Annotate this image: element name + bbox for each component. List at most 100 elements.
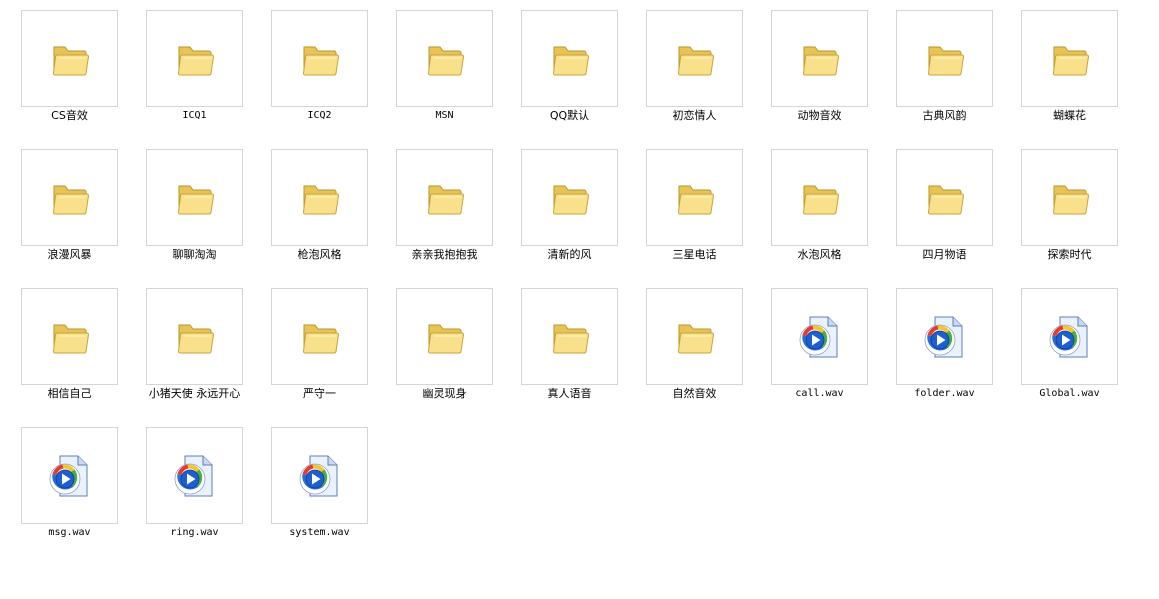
thumbnail-frame[interactable] <box>521 288 618 385</box>
thumbnail-frame[interactable] <box>646 149 743 246</box>
folder-item[interactable]: 水泡风格 <box>751 140 876 275</box>
file-name-label[interactable]: 亲亲我抱抱我 <box>376 248 513 262</box>
thumbnail-frame[interactable] <box>1021 149 1118 246</box>
thumbnail-frame[interactable] <box>21 427 118 524</box>
thumbnail-frame[interactable] <box>271 288 368 385</box>
folder-item[interactable]: 清新的风 <box>501 140 626 275</box>
wav-file-item[interactable]: call.wav <box>751 279 876 414</box>
file-name-label[interactable]: MSN <box>376 109 513 123</box>
folder-item[interactable]: ICQ2 <box>251 1 376 136</box>
file-name-label[interactable]: msg.wav <box>1 526 138 540</box>
folder-item[interactable]: 古典风韵 <box>876 1 1001 136</box>
file-name-label[interactable]: 浪漫风暴 <box>1 248 138 262</box>
folder-item[interactable]: 严守一 <box>251 279 376 414</box>
file-name-label[interactable]: ring.wav <box>126 526 263 540</box>
file-name-label[interactable]: folder.wav <box>876 387 1013 401</box>
thumbnail-frame[interactable] <box>771 10 868 107</box>
thumbnail-frame[interactable] <box>646 288 743 385</box>
file-name-label[interactable]: call.wav <box>751 387 888 401</box>
thumbnail-frame[interactable] <box>771 288 868 385</box>
thumbnail-frame[interactable] <box>21 149 118 246</box>
thumbnail-frame[interactable] <box>146 10 243 107</box>
thumbnail-frame[interactable] <box>146 427 243 524</box>
folder-icon <box>675 178 715 218</box>
file-name-label[interactable]: 蝴蝶花 <box>1001 109 1138 123</box>
folder-item[interactable]: 小猪天使 永远开心 <box>126 279 251 414</box>
folder-item[interactable]: 幽灵现身 <box>376 279 501 414</box>
folder-icon <box>175 39 215 79</box>
thumbnail-frame[interactable] <box>396 149 493 246</box>
thumbnail-frame[interactable] <box>896 10 993 107</box>
folder-item[interactable]: CS音效 <box>1 1 126 136</box>
thumbnail-frame[interactable] <box>646 10 743 107</box>
thumbnail-frame[interactable] <box>896 288 993 385</box>
folder-icon <box>675 39 715 79</box>
thumbnail-frame[interactable] <box>521 10 618 107</box>
thumbnail-frame[interactable] <box>396 288 493 385</box>
folder-icon <box>800 39 840 79</box>
folder-item[interactable]: 蝴蝶花 <box>1001 1 1126 136</box>
file-name-label[interactable]: 自然音效 <box>626 387 763 401</box>
folder-item[interactable]: 动物音效 <box>751 1 876 136</box>
thumbnail-frame[interactable] <box>771 149 868 246</box>
wav-file-item[interactable]: system.wav <box>251 418 376 553</box>
folder-item[interactable]: 探索时代 <box>1001 140 1126 275</box>
thumbnail-frame[interactable] <box>1021 288 1118 385</box>
file-name-label[interactable]: 动物音效 <box>751 109 888 123</box>
folder-item[interactable]: 自然音效 <box>626 279 751 414</box>
wav-file-item[interactable]: Global.wav <box>1001 279 1126 414</box>
file-name-label[interactable]: 小猪天使 永远开心 <box>126 387 263 401</box>
wav-file-item[interactable]: msg.wav <box>1 418 126 553</box>
folder-item[interactable]: 亲亲我抱抱我 <box>376 140 501 275</box>
thumbnail-frame[interactable] <box>521 149 618 246</box>
thumbnail-frame[interactable] <box>896 149 993 246</box>
folder-icon <box>175 317 215 357</box>
file-name-label[interactable]: ICQ1 <box>126 109 263 123</box>
folder-icon <box>550 178 590 218</box>
folder-item[interactable]: MSN <box>376 1 501 136</box>
file-name-label[interactable]: 真人语音 <box>501 387 638 401</box>
file-name-label[interactable]: 古典风韵 <box>876 109 1013 123</box>
folder-icon <box>425 178 465 218</box>
folder-item[interactable]: 真人语音 <box>501 279 626 414</box>
file-name-label[interactable]: ICQ2 <box>251 109 388 123</box>
folder-item[interactable]: 相信自己 <box>1 279 126 414</box>
file-name-label[interactable]: 聊聊淘淘 <box>126 248 263 262</box>
wav-file-item[interactable]: ring.wav <box>126 418 251 553</box>
folder-icon <box>300 178 340 218</box>
file-name-label[interactable]: 相信自己 <box>1 387 138 401</box>
folder-icon <box>675 317 715 357</box>
file-name-label[interactable]: 探索时代 <box>1001 248 1138 262</box>
file-name-label[interactable]: 幽灵现身 <box>376 387 513 401</box>
file-name-label[interactable]: 枪泡风格 <box>251 248 388 262</box>
folder-icon <box>425 317 465 357</box>
file-name-label[interactable]: QQ默认 <box>501 109 638 123</box>
folder-item[interactable]: 四月物语 <box>876 140 1001 275</box>
thumbnail-frame[interactable] <box>21 10 118 107</box>
folder-item[interactable]: 聊聊淘淘 <box>126 140 251 275</box>
file-name-label[interactable]: 初恋情人 <box>626 109 763 123</box>
file-name-label[interactable]: 水泡风格 <box>751 248 888 262</box>
thumbnail-frame[interactable] <box>271 149 368 246</box>
file-name-label[interactable]: CS音效 <box>1 109 138 123</box>
thumbnail-frame[interactable] <box>146 149 243 246</box>
thumbnail-frame[interactable] <box>146 288 243 385</box>
file-name-label[interactable]: 严守一 <box>251 387 388 401</box>
folder-item[interactable]: 三星电话 <box>626 140 751 275</box>
file-name-label[interactable]: 四月物语 <box>876 248 1013 262</box>
thumbnail-frame[interactable] <box>271 10 368 107</box>
thumbnail-frame[interactable] <box>1021 10 1118 107</box>
file-name-label[interactable]: Global.wav <box>1001 387 1138 401</box>
file-name-label[interactable]: 清新的风 <box>501 248 638 262</box>
file-name-label[interactable]: system.wav <box>251 526 388 540</box>
thumbnail-frame[interactable] <box>396 10 493 107</box>
thumbnail-frame[interactable] <box>271 427 368 524</box>
folder-item[interactable]: 枪泡风格 <box>251 140 376 275</box>
folder-item[interactable]: ICQ1 <box>126 1 251 136</box>
folder-item[interactable]: QQ默认 <box>501 1 626 136</box>
folder-item[interactable]: 初恋情人 <box>626 1 751 136</box>
file-name-label[interactable]: 三星电话 <box>626 248 763 262</box>
thumbnail-frame[interactable] <box>21 288 118 385</box>
folder-item[interactable]: 浪漫风暴 <box>1 140 126 275</box>
wav-file-item[interactable]: folder.wav <box>876 279 1001 414</box>
